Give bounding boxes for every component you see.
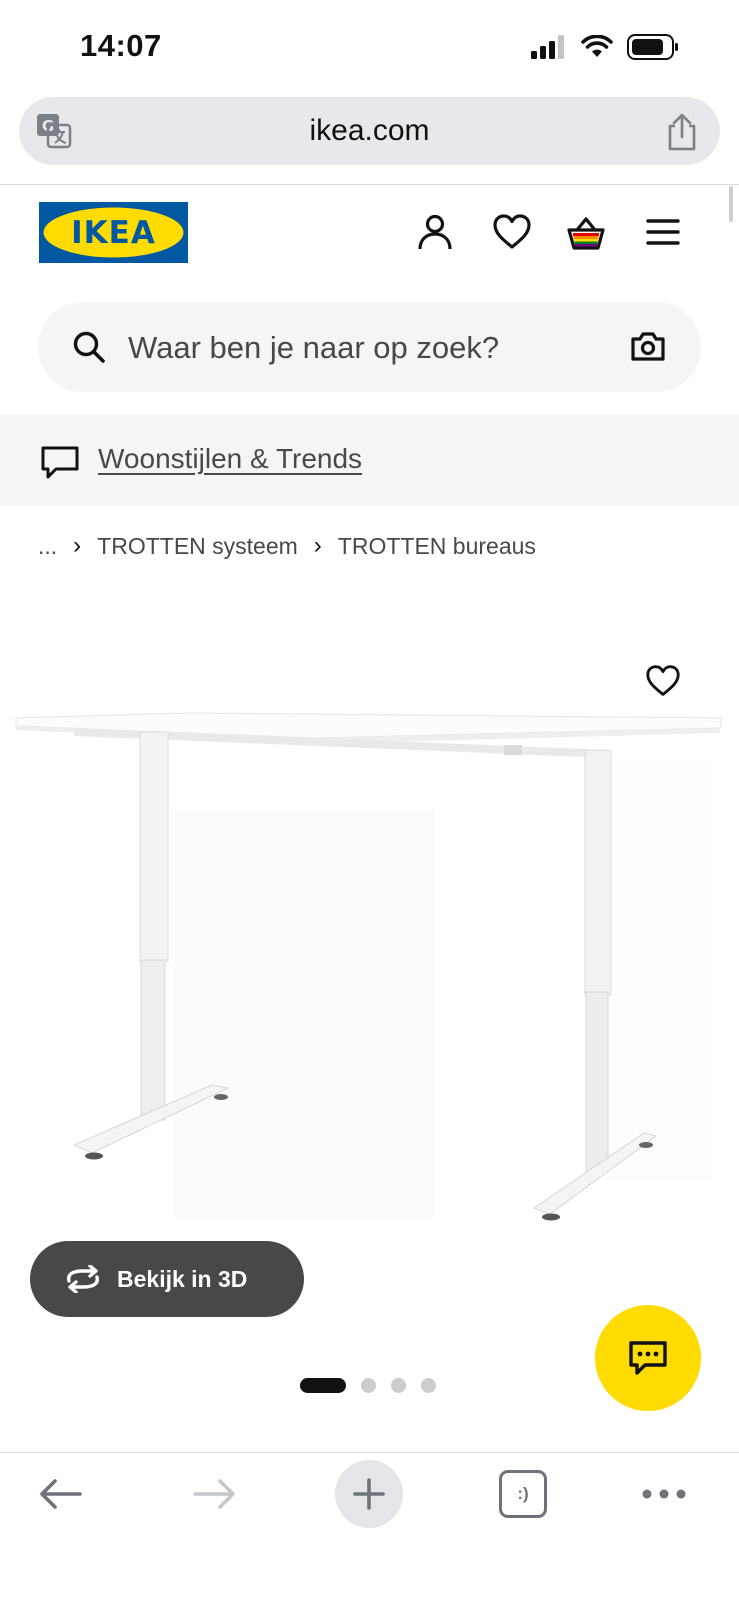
search-bar[interactable]: Waar ben je naar op zoek? [38, 302, 701, 392]
chat-icon [629, 1341, 667, 1375]
back-arrow-icon [40, 1479, 82, 1509]
breadcrumb-separator-icon: › [313, 532, 322, 559]
forward-button[interactable] [185, 1460, 245, 1528]
camera-icon[interactable] [630, 330, 666, 362]
image-carousel-indicator [300, 1378, 436, 1393]
carousel-dot[interactable] [361, 1378, 376, 1393]
carousel-dot[interactable] [421, 1378, 436, 1393]
breadcrumb: ... › TROTTEN systeem › TROTTEN bureaus [38, 532, 536, 560]
tab-count-face: :) [499, 1470, 547, 1518]
view-in-3d-label: Bekijk in 3D [117, 1265, 248, 1292]
breadcrumb-ellipsis[interactable]: ... [38, 533, 57, 560]
scrollbar-thumb[interactable] [729, 186, 733, 222]
status-time: 14:07 [80, 28, 162, 63]
chat-button[interactable] [595, 1305, 701, 1411]
signal-icon [531, 35, 564, 59]
basket-icon[interactable] [566, 212, 606, 252]
view-in-3d-button[interactable]: Bekijk in 3D [30, 1241, 304, 1317]
plus-icon [353, 1478, 385, 1510]
wifi-icon [581, 35, 613, 57]
breadcrumb-item-system[interactable]: TROTTEN systeem [97, 533, 298, 560]
menu-icon[interactable] [643, 212, 683, 252]
search-icon [73, 331, 105, 363]
status-icons [531, 34, 679, 60]
carousel-dot[interactable] [391, 1378, 406, 1393]
inspiration-band: Woonstijlen & Trends [0, 415, 739, 506]
heart-icon[interactable] [492, 212, 532, 252]
more-icon [642, 1489, 686, 1499]
carousel-dot-active[interactable] [300, 1378, 346, 1393]
share-icon[interactable] [662, 111, 702, 153]
battery-icon [627, 34, 678, 60]
trends-link[interactable]: Woonstijlen & Trends [98, 443, 362, 475]
logo-text: IKEA [71, 215, 156, 251]
favorite-heart-icon[interactable] [645, 664, 681, 698]
bottom-toolbar-divider [0, 1452, 739, 1453]
url-text[interactable]: ikea.com [19, 114, 720, 148]
ikea-logo[interactable]: IKEA [39, 202, 188, 263]
more-menu-button[interactable] [638, 1460, 690, 1528]
search-input[interactable]: Waar ben je naar op zoek? [128, 330, 499, 366]
forward-arrow-icon [193, 1479, 235, 1509]
new-tab-button[interactable] [335, 1460, 403, 1528]
breadcrumb-separator-icon: › [73, 532, 82, 559]
product-image-desk[interactable] [14, 700, 726, 1240]
toolbar-divider [0, 184, 739, 185]
address-bar[interactable]: G ikea.com [19, 97, 720, 165]
tabs-button[interactable]: :) [496, 1460, 550, 1528]
chat-bubble-icon [41, 446, 79, 479]
breadcrumb-item-desks[interactable]: TROTTEN bureaus [338, 533, 536, 560]
account-icon[interactable] [415, 212, 455, 252]
back-button[interactable] [30, 1460, 90, 1528]
rotate-icon [67, 1265, 99, 1293]
